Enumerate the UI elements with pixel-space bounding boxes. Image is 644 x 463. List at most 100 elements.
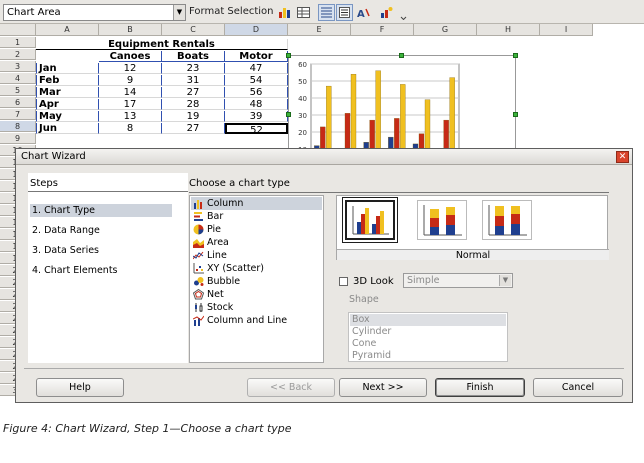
- variant-normal[interactable]: [342, 197, 398, 243]
- table-column-header[interactable]: Motor: [225, 51, 288, 62]
- row-header[interactable]: 3: [0, 61, 36, 72]
- finish-button[interactable]: Finish: [435, 378, 525, 397]
- table-row-label[interactable]: Feb: [36, 75, 99, 86]
- table-cell[interactable]: 9: [99, 75, 162, 86]
- row-header[interactable]: 6: [0, 97, 36, 108]
- column-header[interactable]: E: [288, 24, 351, 36]
- table-cell[interactable]: 12: [99, 63, 162, 74]
- row-header[interactable]: 4: [0, 73, 36, 84]
- table-cell[interactable]: 27: [162, 87, 225, 98]
- chart-type-label: Net: [207, 289, 224, 300]
- table-row-label[interactable]: May: [36, 111, 99, 122]
- table-cell[interactable]: 23: [162, 63, 225, 74]
- select-all-corner[interactable]: [0, 24, 36, 36]
- horizontal-grids-icon[interactable]: [318, 4, 335, 21]
- chart-type-item[interactable]: Line: [191, 249, 322, 262]
- table-cell[interactable]: 13: [99, 111, 162, 122]
- table-cell[interactable]: 31: [162, 75, 225, 86]
- table-cell[interactable]: 39: [225, 111, 288, 122]
- row-header[interactable]: 8: [0, 121, 36, 132]
- chart-type-item[interactable]: Stock: [191, 301, 322, 314]
- table-row-label[interactable]: Apr: [36, 99, 99, 110]
- toolbar-overflow-icon[interactable]: [398, 10, 407, 21]
- chart-type-item[interactable]: Net: [191, 288, 322, 301]
- column-header[interactable]: F: [351, 24, 414, 36]
- table-cell[interactable]: 47: [225, 63, 288, 74]
- dialog-titlebar[interactable]: Chart Wizard ✕: [16, 149, 632, 165]
- table-cell[interactable]: 27: [162, 123, 225, 134]
- back-button[interactable]: << Back: [247, 378, 335, 397]
- chart-type-icon[interactable]: [276, 4, 293, 21]
- text-scale-icon[interactable]: A: [355, 4, 372, 21]
- resize-handle-top[interactable]: [399, 53, 404, 58]
- help-button[interactable]: Help: [36, 378, 124, 397]
- table-column-header[interactable]: Boats: [162, 51, 225, 62]
- row-header[interactable]: 1: [0, 37, 36, 48]
- format-selection-button[interactable]: Format Selection: [189, 6, 274, 17]
- steps-panel: Steps 1. Chart Type 2. Data Range 3. Dat…: [28, 173, 188, 363]
- step-data-range[interactable]: 2. Data Range: [30, 224, 172, 237]
- table-cell[interactable]: 19: [162, 111, 225, 122]
- legend-icon[interactable]: [336, 4, 353, 21]
- shape-list[interactable]: Box Cylinder Cone Pyramid: [348, 312, 508, 362]
- shape-item[interactable]: Box: [350, 314, 506, 326]
- shape-item[interactable]: Cylinder: [350, 326, 506, 338]
- chart-type-divider: [189, 192, 609, 193]
- table-cell[interactable]: 8: [99, 123, 162, 134]
- 3d-scheme-select[interactable]: Simple ▼: [403, 273, 513, 288]
- column-header[interactable]: C: [162, 24, 225, 36]
- step-data-series[interactable]: 3. Data Series: [30, 244, 172, 257]
- shape-item[interactable]: Cone: [350, 338, 506, 350]
- resize-handle-right[interactable]: [513, 112, 518, 117]
- row-header[interactable]: 9: [0, 133, 36, 144]
- table-title[interactable]: Equipment Rentals: [36, 39, 288, 50]
- table-cell[interactable]: 54: [225, 75, 288, 86]
- chart-type-item[interactable]: Bar: [191, 210, 322, 223]
- table-cell[interactable]: 28: [162, 99, 225, 110]
- next-button[interactable]: Next >>: [339, 378, 427, 397]
- column-header[interactable]: G: [414, 24, 477, 36]
- table-cell[interactable]: 48: [225, 99, 288, 110]
- resize-handle-top-right[interactable]: [513, 53, 518, 58]
- column-header[interactable]: I: [540, 24, 593, 36]
- shape-item[interactable]: Pyramid: [350, 350, 506, 362]
- variant-stacked[interactable]: [417, 200, 467, 240]
- table-column-header[interactable]: Canoes: [99, 51, 162, 62]
- chart-type-list[interactable]: Column Bar Pie Area Line XY (Scatter) Bubble Ne…: [189, 195, 324, 363]
- close-icon[interactable]: ✕: [616, 151, 629, 163]
- chevron-down-icon[interactable]: ▼: [173, 5, 185, 20]
- resize-handle-left[interactable]: [286, 112, 291, 117]
- row-header[interactable]: 7: [0, 109, 36, 120]
- chart-element-value: Chart Area: [7, 7, 61, 18]
- chart-type-item[interactable]: Pie: [191, 223, 322, 236]
- chart-type-item[interactable]: XY (Scatter): [191, 262, 322, 275]
- svg-text:A: A: [357, 9, 365, 20]
- table-row-label[interactable]: Jun: [36, 123, 99, 134]
- chart-type-item[interactable]: Bubble: [191, 275, 322, 288]
- table-row-label[interactable]: Jan: [36, 63, 99, 74]
- variant-percent-stacked[interactable]: [482, 200, 532, 240]
- step-chart-type[interactable]: 1. Chart Type: [30, 204, 172, 217]
- table-cell[interactable]: 52: [225, 123, 288, 134]
- column-header[interactable]: H: [477, 24, 540, 36]
- cancel-button[interactable]: Cancel: [533, 378, 623, 397]
- table-cell[interactable]: 14: [99, 87, 162, 98]
- table-cell[interactable]: 56: [225, 87, 288, 98]
- column-header[interactable]: D: [225, 24, 288, 36]
- table-row-label[interactable]: Mar: [36, 87, 99, 98]
- autoformat-icon[interactable]: [378, 4, 395, 21]
- row-header[interactable]: 2: [0, 49, 36, 60]
- chart-type-item[interactable]: Area: [191, 236, 322, 249]
- step-chart-elements[interactable]: 4. Chart Elements: [30, 264, 172, 277]
- chart-type-item[interactable]: Column: [191, 197, 322, 210]
- column-header[interactable]: B: [99, 24, 162, 36]
- chart-toolbar: Chart Area ▼ Format Selection A: [0, 0, 644, 24]
- row-header[interactable]: 5: [0, 85, 36, 96]
- resize-handle-top-left[interactable]: [286, 53, 291, 58]
- column-header[interactable]: A: [36, 24, 99, 36]
- table-cell[interactable]: 17: [99, 99, 162, 110]
- data-table-icon[interactable]: [295, 4, 312, 21]
- chart-element-select[interactable]: Chart Area ▼: [3, 4, 186, 21]
- 3d-look-checkbox[interactable]: [339, 277, 348, 286]
- chart-type-item[interactable]: Column and Line: [191, 314, 322, 327]
